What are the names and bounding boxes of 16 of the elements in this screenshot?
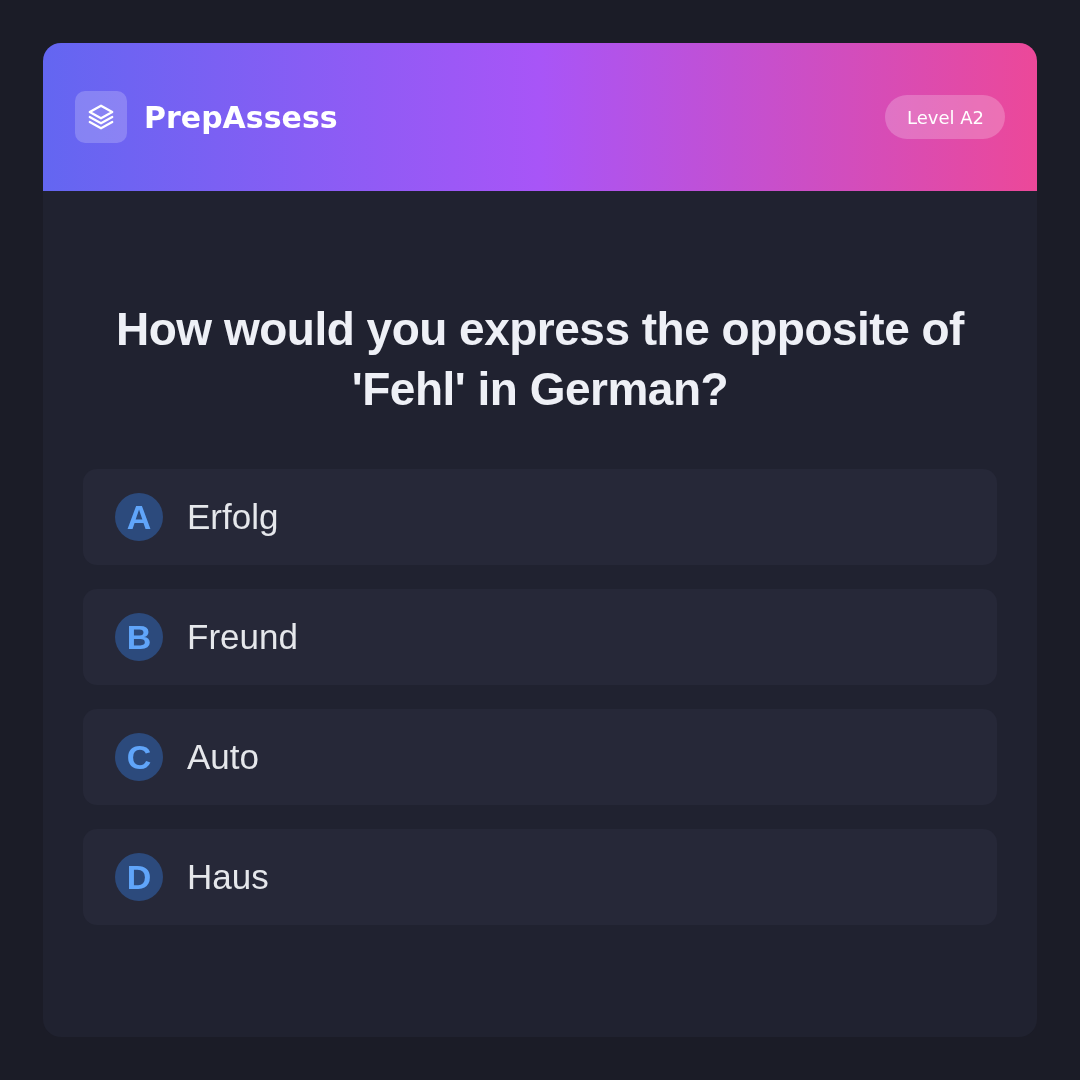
layers-icon <box>75 91 127 143</box>
answer-option[interactable]: C Auto <box>83 709 997 805</box>
option-letter: C <box>115 733 163 781</box>
answer-option[interactable]: A Erfolg <box>83 469 997 565</box>
option-text: Erfolg <box>187 497 279 537</box>
option-text: Auto <box>187 737 259 777</box>
app-name: PrepAssess <box>144 99 338 135</box>
option-text: Haus <box>187 857 269 897</box>
option-letter: D <box>115 853 163 901</box>
level-badge: Level A2 <box>885 95 1005 139</box>
question-text: How would you express the opposite of 'Fehl' in German? <box>115 302 966 417</box>
option-text: Freund <box>187 617 298 657</box>
answer-option[interactable]: B Freund <box>83 589 997 685</box>
option-letter: A <box>115 493 163 541</box>
option-letter: B <box>115 613 163 661</box>
answer-option[interactable]: D Haus <box>83 829 997 925</box>
